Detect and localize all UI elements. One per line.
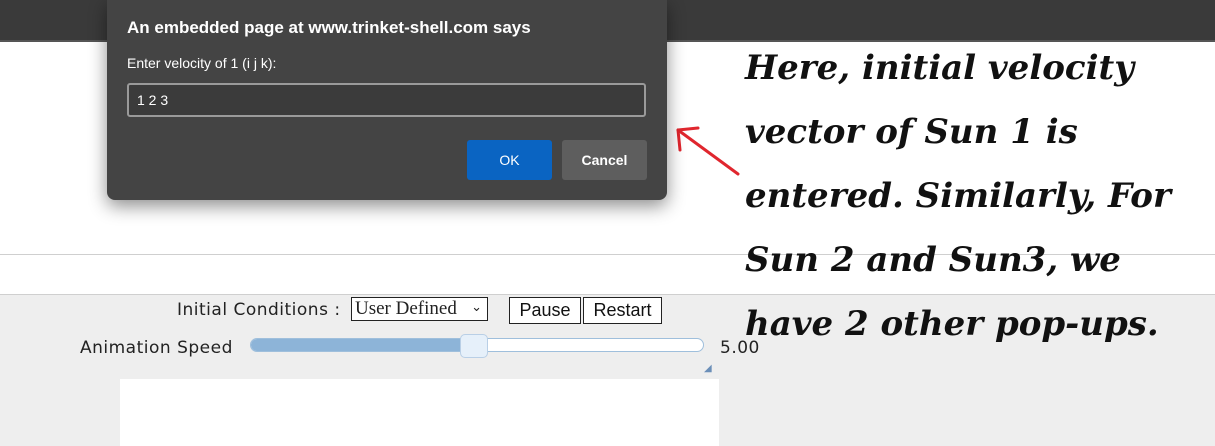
initial-conditions-selected-value: User Defined xyxy=(355,298,457,319)
dialog-message: Enter velocity of 1 (i j k): xyxy=(127,55,277,71)
animation-speed-label: Animation Speed xyxy=(80,338,233,358)
annotation-line: entered. Similarly, For xyxy=(745,176,1171,216)
ok-button[interactable]: OK xyxy=(467,140,552,180)
dialog-title: An embedded page at www.trinket-shell.co… xyxy=(127,18,531,37)
annotation-line: Here, initial velocity xyxy=(745,48,1134,88)
cancel-button[interactable]: Cancel xyxy=(562,140,647,180)
slider-handle[interactable] xyxy=(460,334,488,358)
simulation-canvas xyxy=(120,379,719,446)
initial-conditions-select[interactable]: User Defined ⌄ xyxy=(351,297,488,321)
chevron-down-icon: ⌄ xyxy=(471,300,482,315)
annotation-line: have 2 other pop-ups. xyxy=(745,304,1159,344)
initial-conditions-label: Initial Conditions : xyxy=(177,300,341,320)
slider-fill xyxy=(251,339,468,351)
velocity-input[interactable] xyxy=(127,83,646,117)
resize-grip-icon[interactable]: ◢ xyxy=(704,363,712,374)
restart-button[interactable]: Restart xyxy=(583,297,662,324)
annotation-text: Here, initial velocity vector of Sun 1 i… xyxy=(745,36,1215,356)
red-arrow-icon xyxy=(676,126,740,176)
pause-button[interactable]: Pause xyxy=(509,297,581,324)
annotation-line: vector of Sun 1 is xyxy=(745,112,1078,152)
annotation-line: Sun 2 and Sun3, we xyxy=(745,240,1121,280)
prompt-dialog: An embedded page at www.trinket-shell.co… xyxy=(107,0,667,200)
